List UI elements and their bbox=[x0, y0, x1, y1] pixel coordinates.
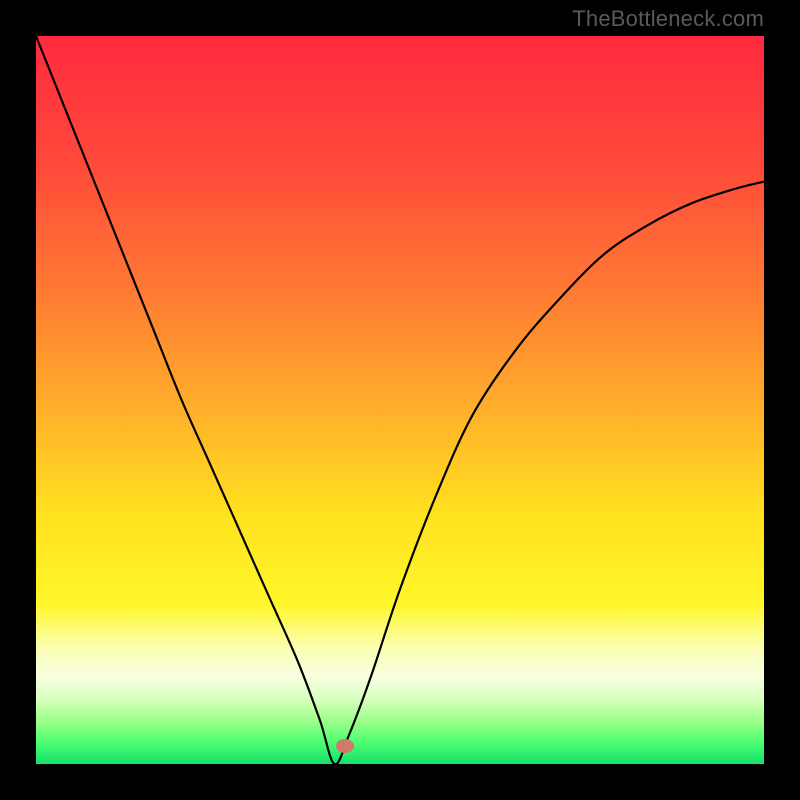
optimum-marker bbox=[336, 739, 354, 753]
bottleneck-curve bbox=[36, 36, 764, 764]
watermark-text: TheBottleneck.com bbox=[572, 6, 764, 32]
plot-area bbox=[36, 36, 764, 764]
chart-frame: TheBottleneck.com bbox=[0, 0, 800, 800]
